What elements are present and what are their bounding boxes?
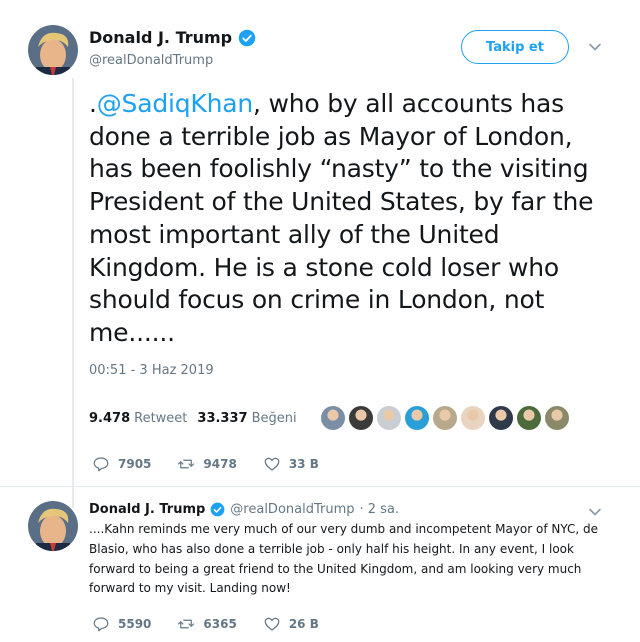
liker-avatar[interactable]	[432, 406, 457, 430]
tweet-text: .@SadiqKhan, who by all accounts has don…	[89, 88, 614, 350]
main-tweet: Donald J. Trump @realDonaldTrump Takip e…	[0, 0, 640, 490]
like-stat[interactable]: 33.337 Beğeni	[197, 411, 296, 426]
retweet-stat[interactable]: 9.478 Retweet	[89, 411, 187, 426]
reply-icon	[93, 457, 109, 472]
liker-avatar[interactable]	[544, 406, 569, 430]
follow-button[interactable]: Takip et	[461, 30, 569, 64]
retweet-action-count: 9478	[203, 457, 237, 471]
liker-avatar[interactable]	[516, 406, 541, 430]
display-name-row[interactable]: Donald J. Trump	[89, 28, 256, 47]
liker-avatar[interactable]	[320, 406, 345, 430]
tweet-actions: 7905 9478 33 B	[92, 455, 345, 473]
like-button[interactable]: 33 B	[263, 455, 319, 473]
retweet-count: 9.478	[89, 410, 131, 426]
retweet-button[interactable]: 9478	[177, 455, 237, 473]
liker-avatar[interactable]	[348, 406, 373, 430]
verified-badge-icon	[238, 29, 256, 46]
reply-button[interactable]: 5590	[92, 615, 151, 633]
tweet-divider	[0, 486, 640, 487]
author-block: Donald J. Trump @realDonaldTrump	[89, 28, 256, 68]
chevron-down-icon[interactable]	[588, 40, 602, 54]
retweet-icon	[178, 459, 195, 469]
like-action-count: 26 B	[288, 617, 319, 631]
like-action-count: 33 B	[288, 457, 319, 471]
reply-header: Donald J. Trump @realDonaldTrump · 2 sa.	[89, 502, 399, 517]
tweet-text-prefix: .	[89, 89, 97, 118]
reply-handle[interactable]: @realDonaldTrump	[230, 502, 354, 517]
verified-badge-icon	[210, 502, 225, 517]
display-name[interactable]: Donald J. Trump	[89, 28, 232, 47]
reply-count: 7905	[118, 457, 152, 471]
chevron-down-icon[interactable]	[588, 505, 602, 519]
reply-time[interactable]: · 2 sa.	[360, 502, 400, 517]
engagement-stats: 9.478 Retweet 33.337 Beğeni	[89, 402, 569, 434]
handle[interactable]: @realDonaldTrump	[89, 53, 256, 68]
avatar[interactable]	[28, 25, 78, 75]
like-button[interactable]: 26 B	[263, 615, 319, 633]
liker-avatar[interactable]	[460, 406, 485, 430]
retweet-icon	[178, 619, 195, 629]
retweet-button[interactable]: 6365	[177, 615, 237, 633]
reply-display-name[interactable]: Donald J. Trump	[89, 502, 205, 517]
reply-icon	[93, 617, 109, 632]
reply-avatar[interactable]	[28, 501, 78, 551]
reply-text: ....Kahn reminds me very much of our ver…	[89, 522, 599, 596]
liker-avatar[interactable]	[376, 406, 401, 430]
retweet-label: Retweet	[134, 410, 188, 426]
reply-count: 5590	[118, 617, 152, 631]
retweet-action-count: 6365	[203, 617, 237, 631]
reply-button[interactable]: 7905	[92, 455, 151, 473]
liker-avatar[interactable]	[404, 406, 429, 430]
liker-avatar[interactable]	[488, 406, 513, 430]
reply-actions: 5590 6365 26 B	[92, 615, 345, 633]
timestamp[interactable]: 00:51 - 3 Haz 2019	[89, 363, 214, 378]
avatar-image	[28, 25, 78, 75]
heart-icon	[264, 457, 280, 471]
reply-avatar-image	[28, 501, 78, 551]
like-label: Beğeni	[251, 410, 297, 426]
tweet-text-body: , who by all accounts has done a terribl…	[89, 89, 594, 347]
heart-icon	[264, 617, 280, 631]
like-count: 33.337	[197, 410, 248, 426]
mention-link[interactable]: @SadiqKhan	[97, 89, 253, 118]
liker-avatars	[320, 406, 569, 430]
